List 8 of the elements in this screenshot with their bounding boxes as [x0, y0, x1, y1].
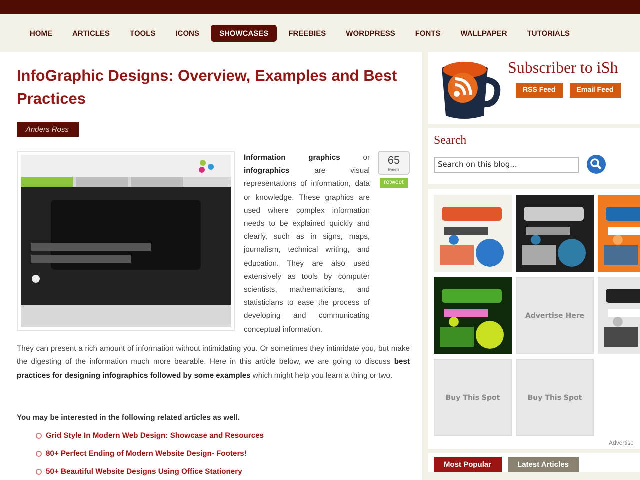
search-title: Search	[434, 133, 468, 148]
article-title: InfoGraphic Designs: Overview, Examples and Best Practices	[17, 67, 398, 110]
bullet-icon	[36, 432, 42, 439]
search-icon[interactable]	[587, 155, 606, 174]
bullet-icon	[36, 450, 42, 457]
bullet-icon	[36, 468, 42, 475]
subscribe-title: Subscriber to iSh	[508, 60, 620, 78]
tweet-count: 65	[388, 154, 400, 166]
